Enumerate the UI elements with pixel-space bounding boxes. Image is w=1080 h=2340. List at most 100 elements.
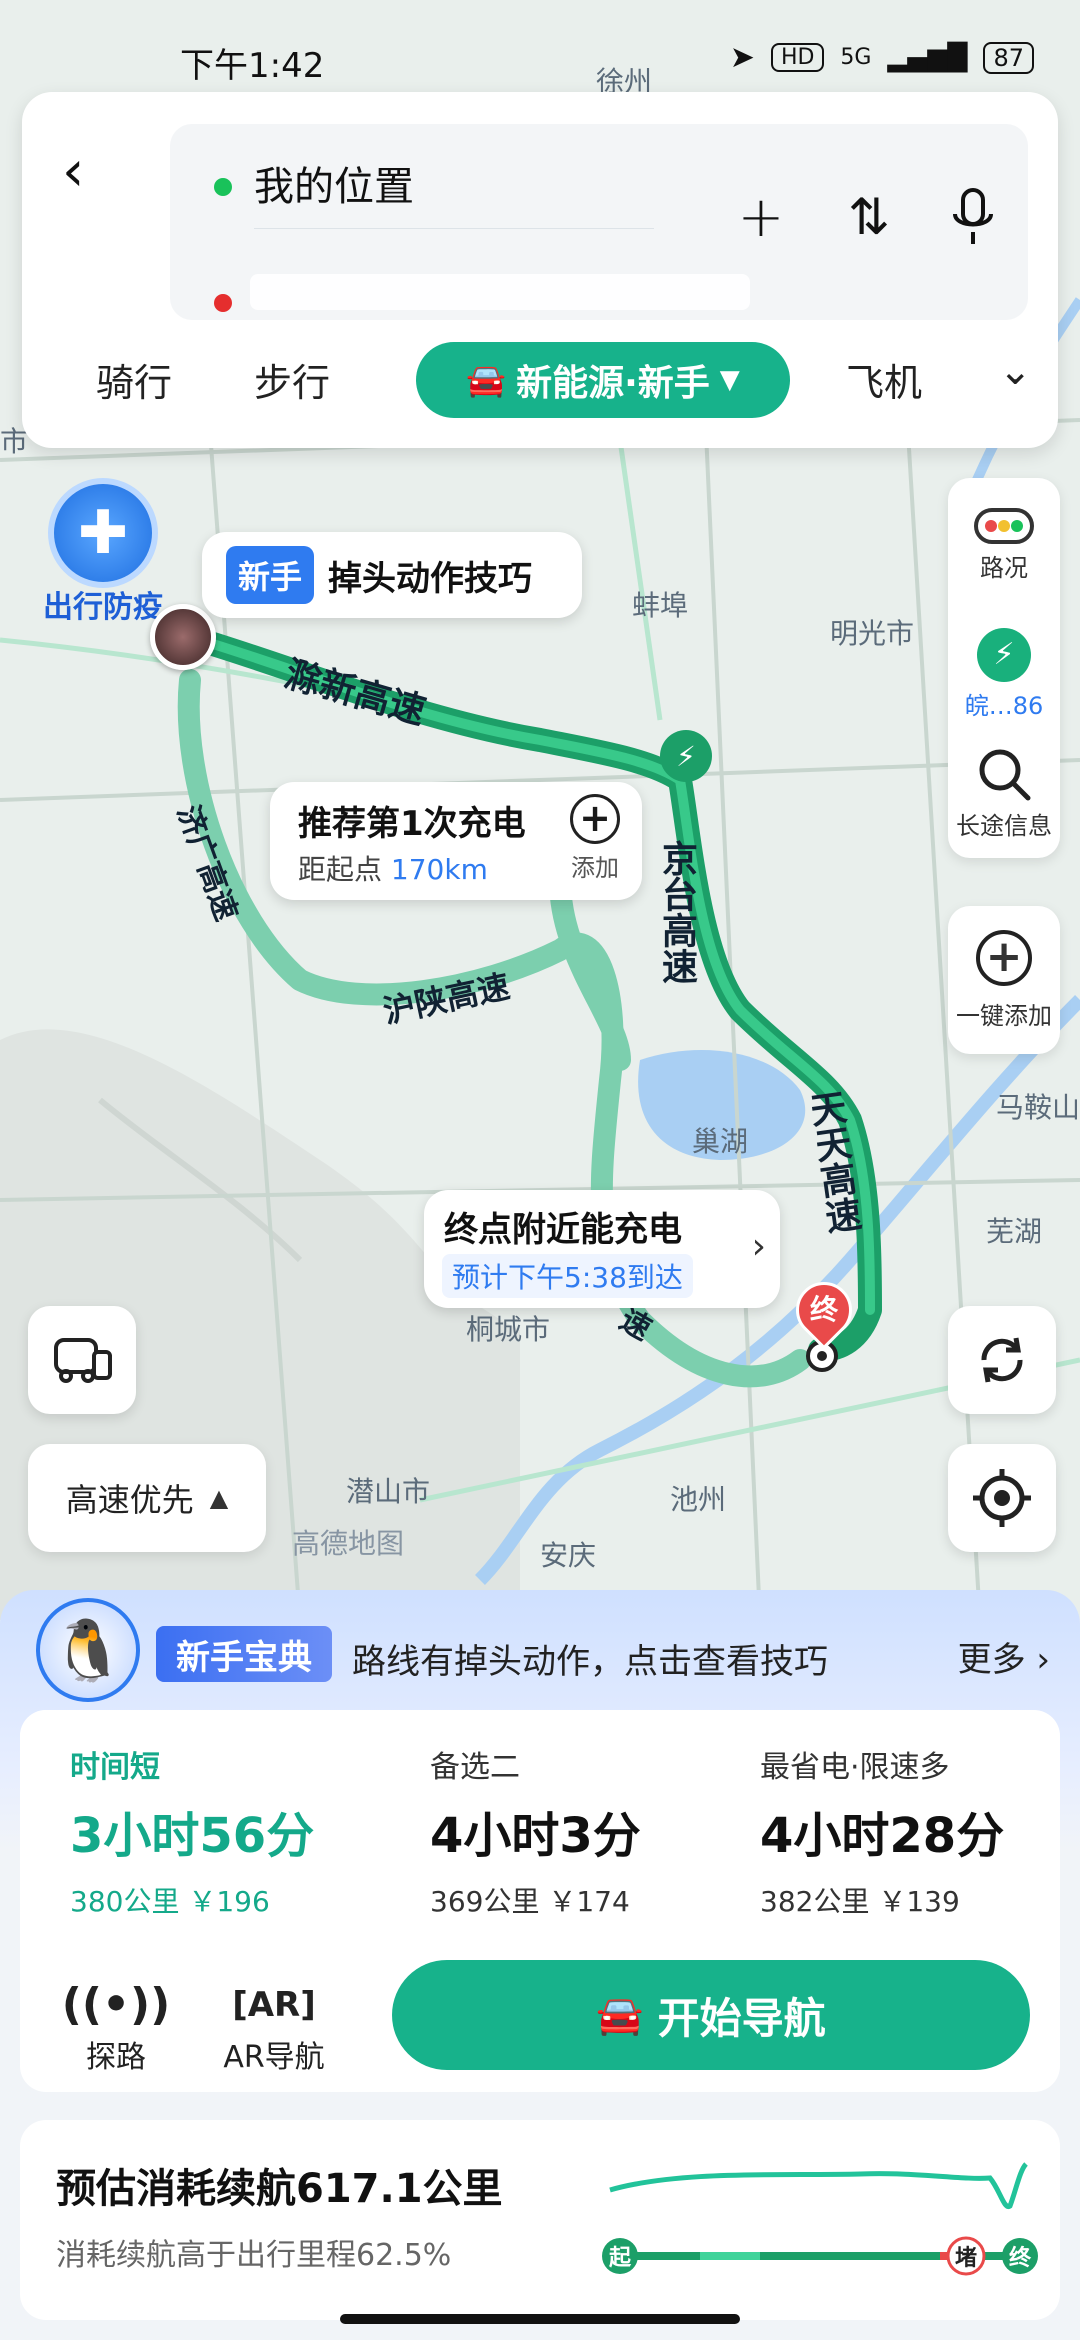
route-1-name: 时间短 bbox=[70, 1750, 160, 1785]
map-tools-panel: 路况 ⚡ 皖…86 长途信息 bbox=[948, 478, 1060, 858]
traffic-label: 路况 bbox=[980, 554, 1028, 582]
location-arrow-icon: ➤ bbox=[729, 40, 755, 75]
more-modes-button[interactable]: ⌄ bbox=[998, 348, 1032, 394]
ar-icon: [AR] bbox=[232, 1985, 316, 2025]
elevation-start-label: 起 bbox=[608, 2246, 632, 2271]
long-trip-label: 长途信息 bbox=[956, 812, 1052, 840]
plus-circle-icon: + bbox=[976, 930, 1032, 986]
map-label-wuhu: 芜湖 bbox=[986, 1215, 1043, 1248]
uturn-tip-bubble[interactable]: 新手 掉头动作技巧 bbox=[202, 532, 582, 618]
map-label-bengbu: 蚌埠 bbox=[632, 589, 689, 622]
one-click-add-label: 一键添加 bbox=[956, 1002, 1052, 1030]
network-label: 5G bbox=[840, 45, 872, 70]
start-navigation-button[interactable]: 🚘 开始导航 bbox=[392, 1960, 1030, 2070]
ev-charge-icon: ⚡ bbox=[977, 628, 1031, 682]
elevation-end-label: 终 bbox=[1009, 2245, 1032, 2271]
route-options-card: 时间短 3小时56分 380公里 ￥196 备选二 4小时3分 369公里 ￥1… bbox=[20, 1710, 1060, 2092]
charge-recommend-bubble[interactable]: 推荐第1次充电 距起点 170km + 添加 bbox=[270, 782, 642, 900]
refresh-icon bbox=[981, 1337, 1023, 1383]
voice-button[interactable] bbox=[938, 182, 1008, 252]
tab-plane[interactable]: 飞机 bbox=[846, 352, 922, 407]
energy-subtitle: 消耗续航高于出行里程62.5% bbox=[56, 2238, 452, 2273]
route-1-time: 3小时56分 bbox=[70, 1808, 315, 1864]
map-label-mingguang: 明光市 bbox=[830, 617, 915, 650]
map-label-chaohu: 巢湖 bbox=[692, 1125, 749, 1158]
start-input[interactable]: 我的位置 bbox=[254, 154, 414, 212]
locate-button[interactable] bbox=[948, 1444, 1056, 1552]
start-avatar bbox=[150, 604, 216, 670]
route-option-3[interactable]: 最省电·限速多 4小时28分 382公里 ￥139 bbox=[698, 1710, 1060, 1950]
dest-charge-bubble[interactable]: 终点附近能充电 预计下午5:38到达 › bbox=[424, 1190, 780, 1308]
home-indicator[interactable] bbox=[340, 2314, 740, 2324]
route-option-1[interactable]: 时间短 3小时56分 380公里 ￥196 bbox=[20, 1710, 368, 1950]
route-preference-button[interactable]: 高速优先 ▲ bbox=[28, 1444, 266, 1552]
charge-add-label: 添加 bbox=[571, 854, 619, 882]
route-3-time: 4小时28分 bbox=[760, 1808, 1005, 1864]
vehicle-plate-button[interactable]: ⚡ 皖…86 bbox=[948, 628, 1060, 721]
uturn-tip-text: 掉头动作技巧 bbox=[328, 558, 533, 599]
signal-icon: ▂▄▆█ bbox=[887, 42, 968, 73]
swap-icon: ⇅ bbox=[848, 188, 890, 246]
long-trip-info-button[interactable]: 长途信息 bbox=[948, 746, 1060, 841]
ar-nav-button[interactable]: [AR] AR导航 bbox=[204, 1978, 344, 2076]
route-3-meta: 382公里 ￥139 bbox=[760, 1885, 960, 1918]
route-2-time: 4小时3分 bbox=[430, 1808, 641, 1864]
charge-add-button[interactable]: + 添加 bbox=[560, 794, 630, 883]
map-label-maanshan: 马鞍山 bbox=[996, 1091, 1080, 1124]
traffic-button[interactable]: 路况 bbox=[948, 508, 1060, 583]
map-watermark: 高德地图 bbox=[292, 1527, 405, 1560]
ev-car-icon: 🚘 bbox=[466, 361, 507, 399]
route-2-name: 备选二 bbox=[430, 1750, 520, 1785]
destination-input[interactable] bbox=[250, 274, 750, 310]
locate-icon bbox=[973, 1469, 1031, 1527]
elevation-chart: 起 堵 终 bbox=[602, 2162, 1038, 2276]
route-search-card: ‹ 我的位置 + ⇅ 骑行 步行 🚘 新能源·新手 ▼ 飞机 ⌄ bbox=[22, 92, 1058, 448]
route-bottom-sheet: 🐧 新手宝典 路线有掉头动作，点击查看技巧 更多 › 时间短 3小时56分 38… bbox=[0, 1590, 1080, 2340]
novice-tips-banner[interactable]: 🐧 新手宝典 路线有掉头动作，点击查看技巧 更多 › bbox=[30, 1590, 1060, 1710]
broadcast-icon: ((•)) bbox=[61, 1979, 171, 2030]
refresh-route-button[interactable] bbox=[948, 1306, 1056, 1414]
route-2-meta: 369公里 ￥174 bbox=[430, 1885, 630, 1918]
explore-label: 探路 bbox=[86, 2040, 146, 2075]
battery-level: 87 bbox=[983, 41, 1034, 74]
vehicle-settings-button[interactable] bbox=[28, 1306, 136, 1414]
map-label-tongcheng: 桐城市 bbox=[466, 1313, 551, 1346]
route-preference-label: 高速优先 bbox=[65, 1481, 194, 1519]
map-label-anqing: 安庆 bbox=[540, 1539, 597, 1572]
search-icon bbox=[979, 749, 1031, 801]
add-waypoint-button[interactable]: + bbox=[726, 182, 796, 252]
tab-walk[interactable]: 步行 bbox=[254, 352, 330, 407]
chevron-left-icon: ‹ bbox=[62, 139, 85, 204]
tab-bike[interactable]: 骑行 bbox=[96, 352, 172, 407]
one-click-add-button[interactable]: + 一键添加 bbox=[948, 906, 1060, 1054]
svg-text:⚡: ⚡ bbox=[676, 740, 696, 773]
caret-up-icon: ▲ bbox=[209, 1484, 229, 1512]
epidemic-entry[interactable]: ✚ 出行防疫 bbox=[28, 478, 178, 628]
end-marker-label: 终 bbox=[809, 1293, 838, 1326]
dest-eta: 预计下午5:38到达 bbox=[442, 1254, 693, 1298]
mascot-avatar: 🐧 bbox=[36, 1598, 140, 1702]
plate-label: 皖…86 bbox=[964, 692, 1044, 720]
route-option-2[interactable]: 备选二 4小时3分 369公里 ￥174 bbox=[368, 1710, 698, 1950]
caret-down-icon: ▼ bbox=[719, 365, 740, 395]
tab-new-energy-label: 新能源·新手 bbox=[516, 363, 710, 404]
chevron-right-icon: › bbox=[751, 1226, 766, 1267]
explore-route-button[interactable]: ((•)) 探路 bbox=[56, 1978, 176, 2076]
charge-dist: 170km bbox=[390, 853, 488, 886]
ev-car-icon: 🚘 bbox=[596, 1992, 644, 2037]
highway-jingtai: 京台高速 bbox=[656, 840, 697, 984]
microphone-icon bbox=[953, 188, 993, 244]
destination-dot-icon bbox=[214, 294, 232, 312]
traffic-light-icon bbox=[974, 508, 1034, 544]
map-label-chizhou: 池州 bbox=[670, 1483, 727, 1516]
charge-dist-prefix: 距起点 bbox=[298, 853, 383, 886]
back-button[interactable]: ‹ bbox=[62, 132, 122, 212]
new-tag: 新手 bbox=[226, 546, 315, 604]
tip-more-link[interactable]: 更多 › bbox=[958, 1632, 1050, 1681]
energy-estimate-card[interactable]: 预估消耗续航617.1公里 消耗续航高于出行里程62.5% 起 堵 终 bbox=[20, 2120, 1060, 2320]
tab-new-energy[interactable]: 🚘 新能源·新手 ▼ bbox=[416, 342, 790, 418]
navigation-route-screen: ⚡ 徐州 市 蚌埠 明光市 马鞍山 芜湖 巢湖 桐城市 潜山市 池州 安庆 高德… bbox=[0, 0, 1080, 2340]
elevation-jam-label: 堵 bbox=[955, 2245, 977, 2271]
swap-button[interactable]: ⇅ bbox=[834, 182, 904, 252]
shield-icon: ✚ bbox=[48, 478, 158, 588]
